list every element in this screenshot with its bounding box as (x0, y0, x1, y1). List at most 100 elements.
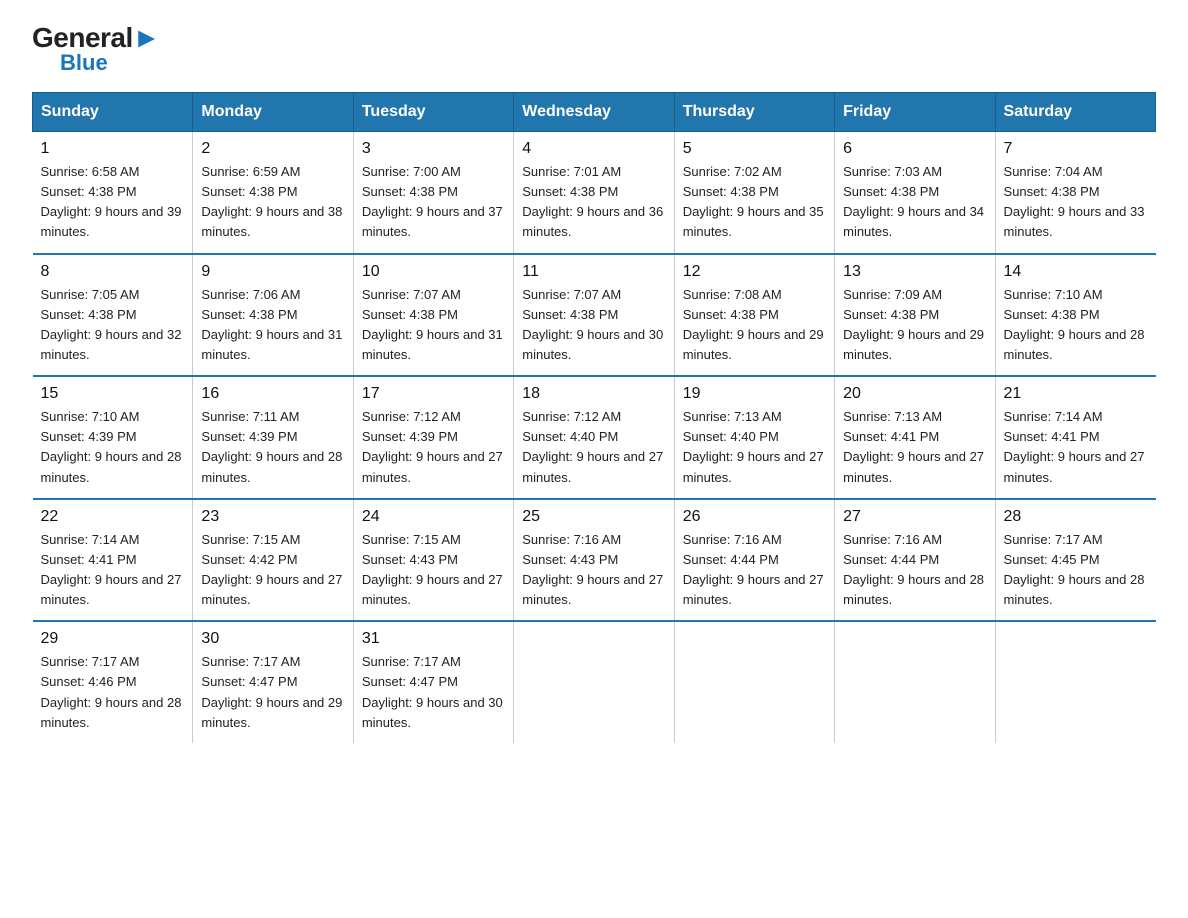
day-info: Sunrise: 7:13 AMSunset: 4:40 PMDaylight:… (683, 407, 826, 488)
calendar-cell: 19Sunrise: 7:13 AMSunset: 4:40 PMDayligh… (674, 376, 834, 499)
day-info: Sunrise: 7:09 AMSunset: 4:38 PMDaylight:… (843, 285, 986, 366)
calendar-week-row: 1 Sunrise: 6:58 AMSunset: 4:38 PMDaylight… (33, 132, 1156, 254)
calendar-cell: 12Sunrise: 7:08 AMSunset: 4:38 PMDayligh… (674, 254, 834, 377)
day-info: Sunrise: 7:14 AMSunset: 4:41 PMDaylight:… (41, 530, 185, 611)
day-number: 29 (41, 630, 185, 648)
header-day-saturday: Saturday (995, 93, 1155, 132)
day-number: 27 (843, 508, 986, 526)
calendar-cell: 18Sunrise: 7:12 AMSunset: 4:40 PMDayligh… (514, 376, 674, 499)
header-day-friday: Friday (835, 93, 995, 132)
calendar-cell: 30 Sunrise: 7:17 AMSunset: 4:47 PMDayligh… (193, 621, 353, 743)
calendar-week-row: 22 Sunrise: 7:14 AMSunset: 4:41 PMDayligh… (33, 499, 1156, 622)
day-info: Sunrise: 7:17 AMSunset: 4:47 PMDaylight:… (362, 652, 505, 733)
day-number: 24 (362, 508, 505, 526)
day-info: Sunrise: 7:11 AMSunset: 4:39 PMDaylight:… (201, 407, 344, 488)
calendar-cell: 7Sunrise: 7:04 AMSunset: 4:38 PMDaylight… (995, 132, 1155, 254)
day-number: 6 (843, 140, 986, 158)
calendar-cell: 27 Sunrise: 7:16 AMSunset: 4:44 PMDayligh… (835, 499, 995, 622)
day-info: Sunrise: 7:03 AMSunset: 4:38 PMDaylight:… (843, 162, 986, 243)
day-number: 8 (41, 263, 185, 281)
calendar-cell (995, 621, 1155, 743)
day-number: 17 (362, 385, 505, 403)
calendar-cell: 15Sunrise: 7:10 AMSunset: 4:39 PMDayligh… (33, 376, 193, 499)
calendar-cell: 20 Sunrise: 7:13 AMSunset: 4:41 PMDayligh… (835, 376, 995, 499)
day-number: 2 (201, 140, 344, 158)
calendar-week-row: 8 Sunrise: 7:05 AMSunset: 4:38 PMDaylight… (33, 254, 1156, 377)
day-info: Sunrise: 7:05 AMSunset: 4:38 PMDaylight:… (41, 285, 185, 366)
day-number: 22 (41, 508, 185, 526)
calendar-cell: 31Sunrise: 7:17 AMSunset: 4:47 PMDayligh… (353, 621, 513, 743)
day-number: 20 (843, 385, 986, 403)
day-number: 4 (522, 140, 665, 158)
header-day-wednesday: Wednesday (514, 93, 674, 132)
calendar-cell: 8 Sunrise: 7:05 AMSunset: 4:38 PMDaylight… (33, 254, 193, 377)
calendar-cell: 16 Sunrise: 7:11 AMSunset: 4:39 PMDayligh… (193, 376, 353, 499)
calendar-cell: 26 Sunrise: 7:16 AMSunset: 4:44 PMDayligh… (674, 499, 834, 622)
calendar-week-row: 15Sunrise: 7:10 AMSunset: 4:39 PMDayligh… (33, 376, 1156, 499)
day-number: 23 (201, 508, 344, 526)
day-number: 28 (1004, 508, 1148, 526)
calendar-header-row: SundayMondayTuesdayWednesdayThursdayFrid… (33, 93, 1156, 132)
day-info: Sunrise: 7:07 AMSunset: 4:38 PMDaylight:… (522, 285, 665, 366)
calendar-cell: 2 Sunrise: 6:59 AMSunset: 4:38 PMDaylight… (193, 132, 353, 254)
logo: General► Blue (32, 24, 160, 74)
day-number: 3 (362, 140, 505, 158)
day-number: 26 (683, 508, 826, 526)
day-info: Sunrise: 7:17 AMSunset: 4:47 PMDaylight:… (201, 652, 344, 733)
calendar-cell: 28 Sunrise: 7:17 AMSunset: 4:45 PMDayligh… (995, 499, 1155, 622)
day-info: Sunrise: 7:15 AMSunset: 4:43 PMDaylight:… (362, 530, 505, 611)
day-number: 16 (201, 385, 344, 403)
calendar-cell: 9 Sunrise: 7:06 AMSunset: 4:38 PMDaylight… (193, 254, 353, 377)
day-number: 30 (201, 630, 344, 648)
calendar-cell: 23 Sunrise: 7:15 AMSunset: 4:42 PMDayligh… (193, 499, 353, 622)
logo-blue-text: Blue (60, 52, 108, 74)
day-info: Sunrise: 7:12 AMSunset: 4:40 PMDaylight:… (522, 407, 665, 488)
day-number: 14 (1004, 263, 1148, 281)
day-info: Sunrise: 7:02 AMSunset: 4:38 PMDaylight:… (683, 162, 826, 243)
calendar-cell (514, 621, 674, 743)
day-info: Sunrise: 6:58 AMSunset: 4:38 PMDaylight:… (41, 162, 185, 243)
day-info: Sunrise: 7:10 AMSunset: 4:38 PMDaylight:… (1004, 285, 1148, 366)
calendar-cell: 14 Sunrise: 7:10 AMSunset: 4:38 PMDayligh… (995, 254, 1155, 377)
day-info: Sunrise: 7:17 AMSunset: 4:46 PMDaylight:… (41, 652, 185, 733)
calendar-cell: 21 Sunrise: 7:14 AMSunset: 4:41 PMDayligh… (995, 376, 1155, 499)
day-number: 1 (41, 140, 185, 158)
day-number: 25 (522, 508, 665, 526)
page-header: General► Blue (32, 24, 1156, 74)
day-number: 13 (843, 263, 986, 281)
day-number: 12 (683, 263, 826, 281)
day-info: Sunrise: 7:14 AMSunset: 4:41 PMDaylight:… (1004, 407, 1148, 488)
calendar-cell: 6 Sunrise: 7:03 AMSunset: 4:38 PMDaylight… (835, 132, 995, 254)
calendar-cell: 4 Sunrise: 7:01 AMSunset: 4:38 PMDaylight… (514, 132, 674, 254)
calendar-cell: 10 Sunrise: 7:07 AMSunset: 4:38 PMDayligh… (353, 254, 513, 377)
day-info: Sunrise: 7:15 AMSunset: 4:42 PMDaylight:… (201, 530, 344, 611)
calendar-cell: 22 Sunrise: 7:14 AMSunset: 4:41 PMDayligh… (33, 499, 193, 622)
day-number: 10 (362, 263, 505, 281)
day-info: Sunrise: 7:16 AMSunset: 4:44 PMDaylight:… (683, 530, 826, 611)
header-day-thursday: Thursday (674, 93, 834, 132)
day-info: Sunrise: 7:12 AMSunset: 4:39 PMDaylight:… (362, 407, 505, 488)
day-info: Sunrise: 7:13 AMSunset: 4:41 PMDaylight:… (843, 407, 986, 488)
day-info: Sunrise: 7:16 AMSunset: 4:44 PMDaylight:… (843, 530, 986, 611)
day-number: 7 (1004, 140, 1148, 158)
calendar-cell (674, 621, 834, 743)
day-info: Sunrise: 7:01 AMSunset: 4:38 PMDaylight:… (522, 162, 665, 243)
header-day-tuesday: Tuesday (353, 93, 513, 132)
day-number: 11 (522, 263, 665, 281)
day-info: Sunrise: 7:06 AMSunset: 4:38 PMDaylight:… (201, 285, 344, 366)
day-number: 21 (1004, 385, 1148, 403)
day-info: Sunrise: 7:10 AMSunset: 4:39 PMDaylight:… (41, 407, 185, 488)
calendar-cell: 24 Sunrise: 7:15 AMSunset: 4:43 PMDayligh… (353, 499, 513, 622)
day-info: Sunrise: 6:59 AMSunset: 4:38 PMDaylight:… (201, 162, 344, 243)
header-day-monday: Monday (193, 93, 353, 132)
header-day-sunday: Sunday (33, 93, 193, 132)
calendar-cell: 17 Sunrise: 7:12 AMSunset: 4:39 PMDayligh… (353, 376, 513, 499)
day-info: Sunrise: 7:07 AMSunset: 4:38 PMDaylight:… (362, 285, 505, 366)
calendar-week-row: 29 Sunrise: 7:17 AMSunset: 4:46 PMDayligh… (33, 621, 1156, 743)
calendar-cell: 3 Sunrise: 7:00 AMSunset: 4:38 PMDaylight… (353, 132, 513, 254)
day-number: 5 (683, 140, 826, 158)
logo-general-text: General► (32, 24, 160, 52)
day-number: 9 (201, 263, 344, 281)
day-info: Sunrise: 7:00 AMSunset: 4:38 PMDaylight:… (362, 162, 505, 243)
day-info: Sunrise: 7:17 AMSunset: 4:45 PMDaylight:… (1004, 530, 1148, 611)
